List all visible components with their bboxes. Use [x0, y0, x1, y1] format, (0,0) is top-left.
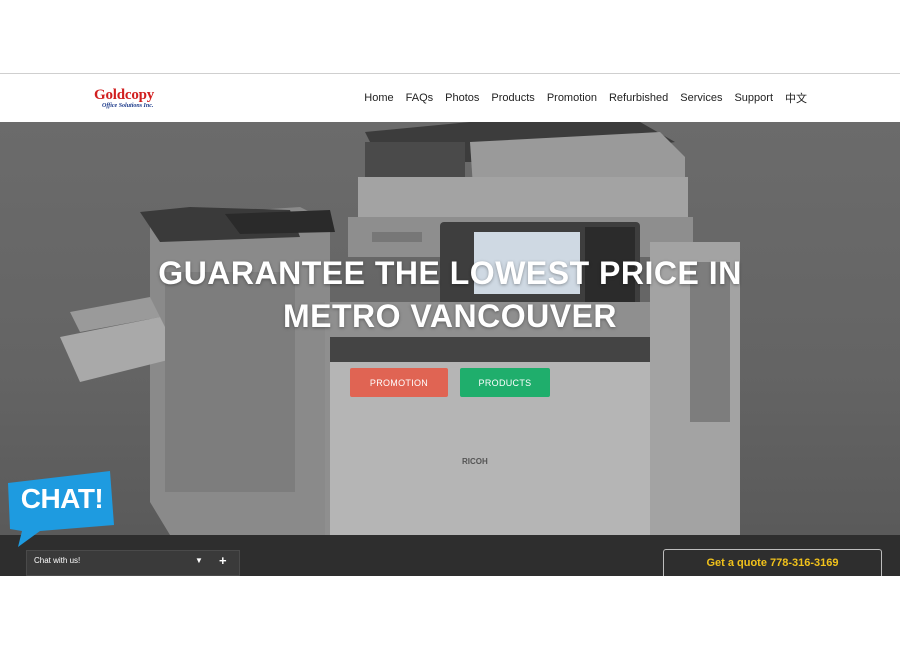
nav-item-home[interactable]: Home: [364, 92, 393, 104]
nav-item-services[interactable]: Services: [680, 92, 722, 104]
chat-badge[interactable]: CHAT!: [6, 469, 116, 549]
nav-item-faqs[interactable]: FAQs: [406, 92, 434, 104]
chat-badge-text: CHAT!: [20, 483, 104, 514]
hero-title-line-1: GUARANTEE THE LOWEST PRICE IN: [158, 255, 742, 291]
nav-item-chinese[interactable]: 中文: [785, 90, 807, 106]
brand-name: Goldcopy: [94, 87, 155, 103]
get-quote-button[interactable]: Get a quote 778-316-3169: [663, 549, 882, 576]
chat-widget-label: Chat with us!: [34, 556, 81, 565]
site-header: Goldcopy Office Solutions Inc. Home FAQs…: [0, 74, 900, 122]
nav-item-support[interactable]: Support: [734, 92, 773, 104]
nav-item-photos[interactable]: Photos: [445, 92, 479, 104]
hero-title: GUARANTEE THE LOWEST PRICE IN METRO VANC…: [0, 252, 900, 338]
nav-item-refurbished[interactable]: Refurbished: [609, 92, 668, 104]
nav-item-products[interactable]: Products: [491, 92, 534, 104]
products-button[interactable]: PRODUCTS: [460, 368, 550, 397]
bottom-bar: Chat with us! ▼ + Get a quote 778-316-31…: [0, 535, 900, 576]
main-nav: Home FAQs Photos Products Promotion Refu…: [352, 74, 807, 122]
svg-text:RICOH: RICOH: [462, 457, 488, 466]
plus-icon[interactable]: +: [219, 553, 227, 568]
chat-widget[interactable]: Chat with us! ▼ +: [26, 550, 240, 576]
nav-item-promotion[interactable]: Promotion: [547, 92, 597, 104]
hero-banner: RICOH GUARANTEE THE LOWEST PRICE IN METR…: [0, 122, 900, 535]
brand-tagline: Office Solutions Inc.: [102, 103, 154, 109]
brand-logo[interactable]: Goldcopy Office Solutions Inc.: [94, 87, 166, 113]
promotion-button[interactable]: PROMOTION: [350, 368, 448, 397]
hero-title-line-2: METRO VANCOUVER: [282, 298, 618, 334]
chevron-down-icon[interactable]: ▼: [195, 556, 203, 565]
